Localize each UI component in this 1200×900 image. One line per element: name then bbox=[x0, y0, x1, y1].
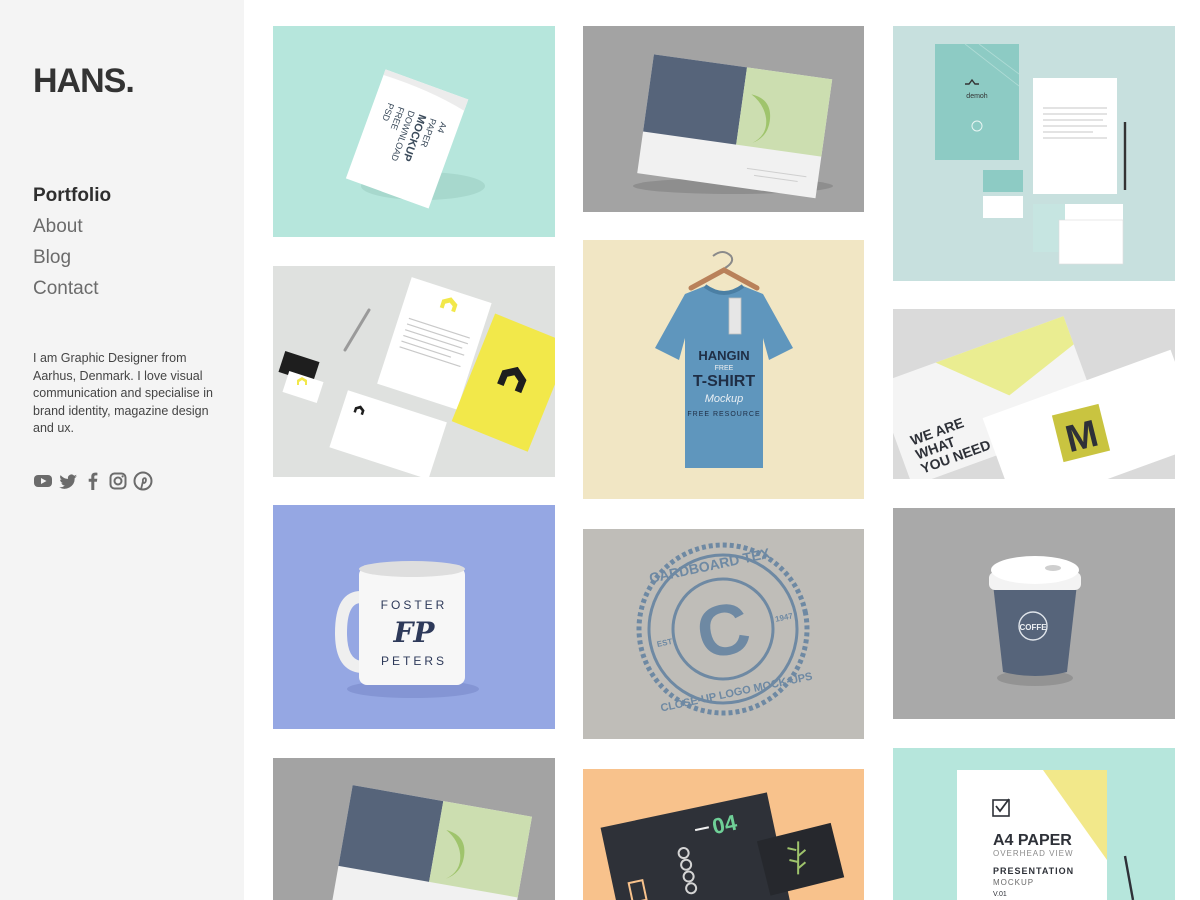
mug-text-bottom: PETERS bbox=[381, 654, 447, 668]
social-links bbox=[33, 471, 153, 491]
portfolio-item-stationery-yellow[interactable] bbox=[273, 266, 555, 477]
nav-item-contact[interactable]: Contact bbox=[33, 273, 111, 304]
portfolio-item-envelopes[interactable]: WE ARE WHAT YOU NEED M bbox=[893, 309, 1175, 479]
portfolio-item-brochure[interactable] bbox=[583, 26, 864, 212]
portfolio-item-coffee-cup[interactable]: COFFE bbox=[893, 508, 1175, 719]
tshirt-text-resource: FREE RESOURCE bbox=[687, 411, 760, 418]
portfolio-item-a4-presentation[interactable]: A4 PAPER OVERHEAD VIEW PRESENTATION MOCK… bbox=[893, 748, 1175, 900]
a4-line-2: MOCKUP bbox=[993, 878, 1034, 887]
nav-item-blog[interactable]: Blog bbox=[33, 242, 111, 273]
portfolio-item-stationery-mint[interactable]: demoh bbox=[893, 26, 1175, 281]
nav-item-portfolio[interactable]: Portfolio bbox=[33, 180, 111, 211]
portfolio-item-mug[interactable]: FOSTER FP PETERS bbox=[273, 505, 555, 729]
bio-text: I am Graphic Designer from Aarhus, Denma… bbox=[33, 351, 213, 435]
a4-version: V.01 bbox=[993, 891, 1007, 898]
a4-line-1: PRESENTATION bbox=[993, 866, 1074, 876]
tshirt-text-mockup: Mockup bbox=[705, 393, 744, 405]
a4-title: A4 PAPER bbox=[993, 832, 1072, 849]
facebook-icon[interactable] bbox=[83, 471, 103, 491]
tshirt-text-hangin: HANGIN bbox=[698, 348, 749, 363]
a4-subtitle: OVERHEAD VIEW bbox=[993, 849, 1074, 858]
nav-item-about[interactable]: About bbox=[33, 211, 111, 242]
sidebar: HANS. Portfolio About Blog Contact I am … bbox=[0, 0, 244, 900]
cup-label: COFFE bbox=[1019, 623, 1047, 632]
twitter-icon[interactable] bbox=[58, 471, 78, 491]
mug-monogram: FP bbox=[393, 616, 436, 649]
portfolio-item-tshirt[interactable]: HANGIN FREE T-SHIRT Mockup FREE RESOURCE bbox=[583, 240, 864, 499]
site-logo[interactable]: HANS. bbox=[33, 64, 135, 98]
tshirt-text-free: FREE bbox=[715, 365, 734, 372]
portfolio-item-brochure-2[interactable] bbox=[273, 758, 555, 900]
main-nav: Portfolio About Blog Contact bbox=[33, 180, 111, 304]
portfolio-item-paper-mockup[interactable]: A4 PAPER MOCKUP DOWNLOAD FREE PSD bbox=[273, 26, 555, 237]
portfolio-item-cardboard-logo[interactable]: CARDBOARD TEX CLOSE-UP LOGO MOCK-UPS C E… bbox=[583, 529, 864, 739]
tshirt-text-title: T-SHIRT bbox=[693, 373, 755, 390]
mug-text-top: FOSTER bbox=[381, 598, 448, 612]
stationery-brand: demoh bbox=[966, 93, 988, 100]
instagram-icon[interactable] bbox=[108, 471, 128, 491]
portfolio-item-notebook[interactable]: 04 bbox=[583, 769, 864, 900]
pinterest-icon[interactable] bbox=[133, 471, 153, 491]
youtube-icon[interactable] bbox=[33, 471, 53, 491]
